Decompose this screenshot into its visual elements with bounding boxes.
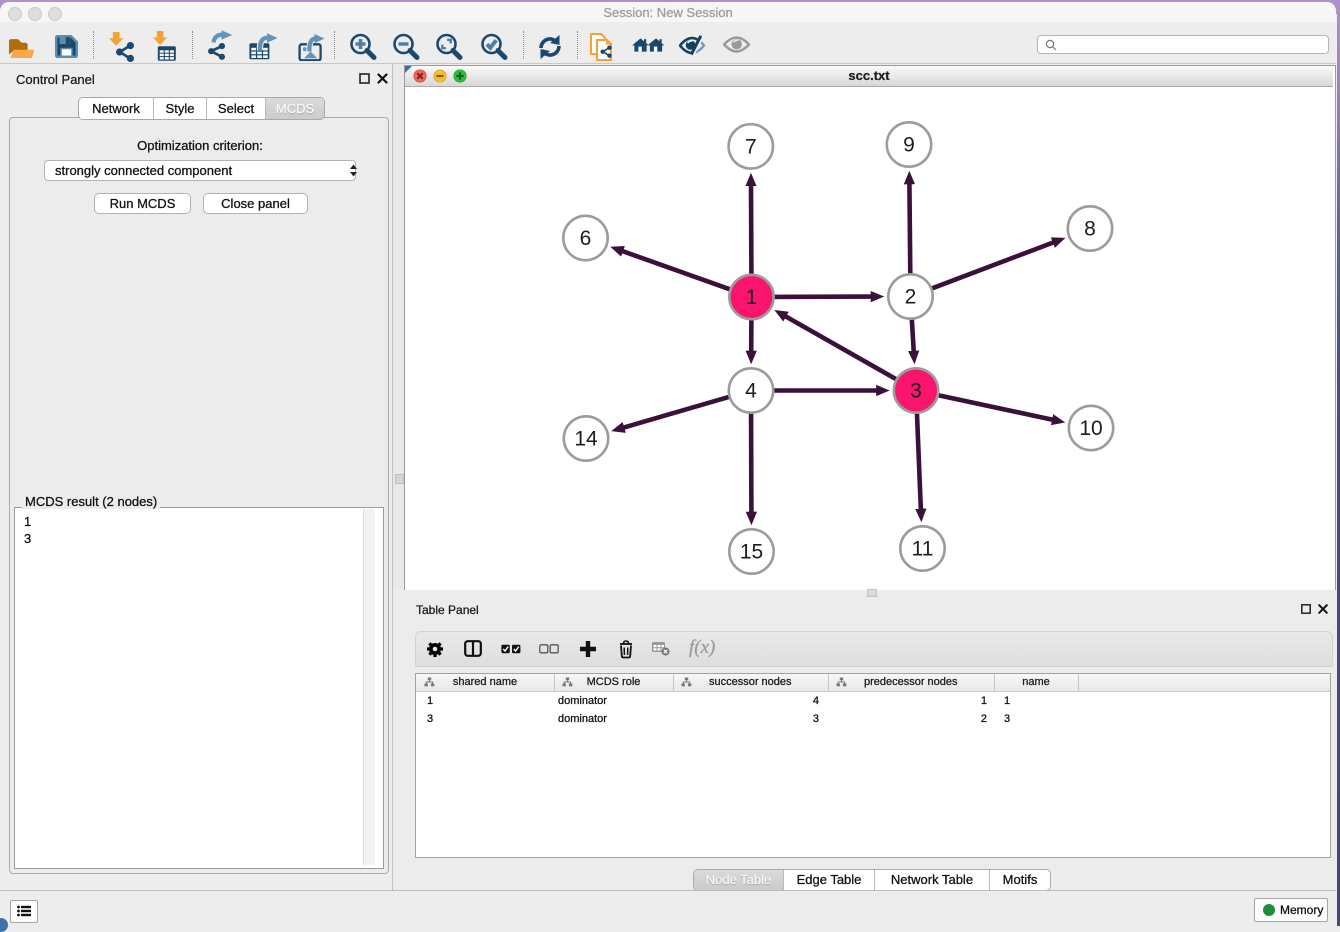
svg-text:6: 6 (580, 227, 592, 250)
svg-text:7: 7 (745, 135, 757, 158)
svg-text:3: 3 (910, 380, 922, 403)
svg-text:8: 8 (1084, 218, 1096, 241)
svg-text:9: 9 (903, 134, 915, 157)
svg-text:2: 2 (905, 286, 917, 309)
svg-text:14: 14 (574, 428, 598, 451)
svg-text:4: 4 (745, 380, 757, 403)
svg-text:10: 10 (1079, 417, 1102, 440)
svg-text:11: 11 (912, 538, 934, 561)
svg-text:15: 15 (740, 541, 763, 564)
svg-text:1: 1 (746, 286, 758, 309)
